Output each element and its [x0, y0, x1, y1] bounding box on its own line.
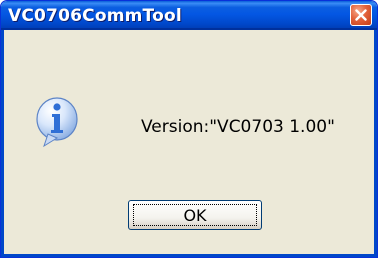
- window-title: VC0706CommTool: [8, 6, 182, 26]
- message-dialog: VC0706CommTool Version:"VC0703 1.00" OK: [0, 0, 378, 258]
- title-bar[interactable]: VC0706CommTool: [1, 1, 377, 30]
- close-button[interactable]: [350, 4, 372, 26]
- ok-button-label: OK: [183, 206, 207, 225]
- ok-button[interactable]: OK: [128, 200, 262, 230]
- info-icon: [36, 97, 78, 148]
- close-icon: [355, 9, 367, 21]
- dialog-message: Version:"VC0703 1.00": [141, 117, 335, 137]
